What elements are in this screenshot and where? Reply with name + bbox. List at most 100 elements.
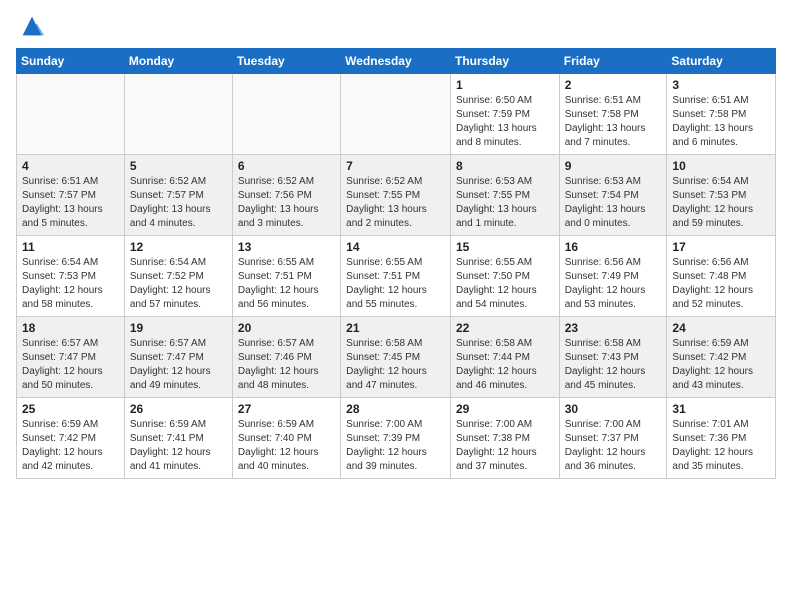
day-info: Sunrise: 6:58 AM Sunset: 7:44 PM Dayligh… — [456, 337, 554, 393]
day-number: 18 — [22, 321, 119, 335]
calendar-cell: 29Sunrise: 7:00 AM Sunset: 7:38 PM Dayli… — [450, 398, 559, 479]
week-row-2: 4 Sunrise: 6:51 AM Sunset: 7:57 PM Daylig… — [17, 155, 776, 236]
calendar-cell: 23Sunrise: 6:58 AM Sunset: 7:43 PM Dayli… — [559, 317, 667, 398]
calendar-cell: 17 Sunrise: 6:56 AM Sunset: 7:48 PM Dayli… — [667, 236, 776, 317]
day-number: 25 — [22, 402, 119, 416]
calendar-cell: 13 Sunrise: 6:55 AM Sunset: 7:51 PM Dayli… — [232, 236, 340, 317]
day-number: 29 — [456, 402, 554, 416]
day-number: 13 — [238, 240, 335, 254]
day-number: 15 — [456, 240, 554, 254]
day-info: Sunrise: 6:56 AM Sunset: 7:49 PM Dayligh… — [565, 256, 662, 312]
day-header-sunday: Sunday — [17, 49, 125, 74]
calendar-cell: 16 Sunrise: 6:56 AM Sunset: 7:49 PM Dayli… — [559, 236, 667, 317]
day-info: Sunrise: 7:00 AM Sunset: 7:37 PM Dayligh… — [565, 418, 662, 474]
calendar-cell — [341, 74, 451, 155]
calendar-table: SundayMondayTuesdayWednesdayThursdayFrid… — [16, 48, 776, 479]
calendar-cell: 19 Sunrise: 6:57 AM Sunset: 7:47 PM Dayli… — [124, 317, 232, 398]
calendar-cell — [124, 74, 232, 155]
page-header — [16, 16, 776, 40]
day-number: 30 — [565, 402, 662, 416]
day-info: Sunrise: 6:51 AM Sunset: 7:57 PM Dayligh… — [22, 175, 119, 231]
calendar-cell: 10 Sunrise: 6:54 AM Sunset: 7:53 PM Dayli… — [667, 155, 776, 236]
logo-icon — [18, 12, 46, 40]
calendar-cell: 12 Sunrise: 6:54 AM Sunset: 7:52 PM Dayli… — [124, 236, 232, 317]
day-info: Sunrise: 6:52 AM Sunset: 7:56 PM Dayligh… — [238, 175, 335, 231]
day-number: 20 — [238, 321, 335, 335]
day-number: 12 — [130, 240, 227, 254]
day-info: Sunrise: 7:01 AM Sunset: 7:36 PM Dayligh… — [672, 418, 770, 474]
day-info: Sunrise: 6:55 AM Sunset: 7:51 PM Dayligh… — [238, 256, 335, 312]
logo — [16, 16, 46, 40]
calendar-cell: 2Sunrise: 6:51 AM Sunset: 7:58 PM Daylig… — [559, 74, 667, 155]
day-info: Sunrise: 6:58 AM Sunset: 7:43 PM Dayligh… — [565, 337, 662, 393]
week-row-1: 1Sunrise: 6:50 AM Sunset: 7:59 PM Daylig… — [17, 74, 776, 155]
day-number: 11 — [22, 240, 119, 254]
calendar-cell: 14 Sunrise: 6:55 AM Sunset: 7:51 PM Dayli… — [341, 236, 451, 317]
day-number: 19 — [130, 321, 227, 335]
day-info: Sunrise: 6:59 AM Sunset: 7:40 PM Dayligh… — [238, 418, 335, 474]
day-info: Sunrise: 6:54 AM Sunset: 7:53 PM Dayligh… — [672, 175, 770, 231]
day-info: Sunrise: 6:56 AM Sunset: 7:48 PM Dayligh… — [672, 256, 770, 312]
day-info: Sunrise: 6:59 AM Sunset: 7:42 PM Dayligh… — [672, 337, 770, 393]
calendar-cell: 30 Sunrise: 7:00 AM Sunset: 7:37 PM Dayli… — [559, 398, 667, 479]
day-number: 22 — [456, 321, 554, 335]
day-header-saturday: Saturday — [667, 49, 776, 74]
days-header-row: SundayMondayTuesdayWednesdayThursdayFrid… — [17, 49, 776, 74]
day-info: Sunrise: 6:52 AM Sunset: 7:55 PM Dayligh… — [346, 175, 445, 231]
calendar-cell: 22 Sunrise: 6:58 AM Sunset: 7:44 PM Dayli… — [450, 317, 559, 398]
day-number: 9 — [565, 159, 662, 173]
calendar-cell: 3 Sunrise: 6:51 AM Sunset: 7:58 PM Daylig… — [667, 74, 776, 155]
day-info: Sunrise: 6:59 AM Sunset: 7:42 PM Dayligh… — [22, 418, 119, 474]
day-header-friday: Friday — [559, 49, 667, 74]
day-info: Sunrise: 6:54 AM Sunset: 7:52 PM Dayligh… — [130, 256, 227, 312]
day-number: 8 — [456, 159, 554, 173]
day-number: 3 — [672, 78, 770, 92]
day-info: Sunrise: 7:00 AM Sunset: 7:39 PM Dayligh… — [346, 418, 445, 474]
week-row-4: 18 Sunrise: 6:57 AM Sunset: 7:47 PM Dayli… — [17, 317, 776, 398]
calendar-cell — [17, 74, 125, 155]
calendar-cell: 9Sunrise: 6:53 AM Sunset: 7:54 PM Daylig… — [559, 155, 667, 236]
week-row-3: 11Sunrise: 6:54 AM Sunset: 7:53 PM Dayli… — [17, 236, 776, 317]
day-info: Sunrise: 6:57 AM Sunset: 7:46 PM Dayligh… — [238, 337, 335, 393]
day-number: 10 — [672, 159, 770, 173]
day-number: 16 — [565, 240, 662, 254]
calendar-cell: 21Sunrise: 6:58 AM Sunset: 7:45 PM Dayli… — [341, 317, 451, 398]
week-row-5: 25 Sunrise: 6:59 AM Sunset: 7:42 PM Dayli… — [17, 398, 776, 479]
calendar-cell: 25 Sunrise: 6:59 AM Sunset: 7:42 PM Dayli… — [17, 398, 125, 479]
day-number: 4 — [22, 159, 119, 173]
calendar-cell: 4 Sunrise: 6:51 AM Sunset: 7:57 PM Daylig… — [17, 155, 125, 236]
day-header-monday: Monday — [124, 49, 232, 74]
day-number: 7 — [346, 159, 445, 173]
calendar-cell: 11Sunrise: 6:54 AM Sunset: 7:53 PM Dayli… — [17, 236, 125, 317]
day-info: Sunrise: 6:57 AM Sunset: 7:47 PM Dayligh… — [130, 337, 227, 393]
day-number: 21 — [346, 321, 445, 335]
day-header-thursday: Thursday — [450, 49, 559, 74]
day-info: Sunrise: 6:51 AM Sunset: 7:58 PM Dayligh… — [672, 94, 770, 150]
calendar-cell: 27 Sunrise: 6:59 AM Sunset: 7:40 PM Dayli… — [232, 398, 340, 479]
calendar-cell: 5Sunrise: 6:52 AM Sunset: 7:57 PM Daylig… — [124, 155, 232, 236]
day-number: 26 — [130, 402, 227, 416]
calendar-cell: 18 Sunrise: 6:57 AM Sunset: 7:47 PM Dayli… — [17, 317, 125, 398]
day-number: 1 — [456, 78, 554, 92]
day-number: 2 — [565, 78, 662, 92]
day-number: 31 — [672, 402, 770, 416]
day-number: 14 — [346, 240, 445, 254]
calendar-cell: 28Sunrise: 7:00 AM Sunset: 7:39 PM Dayli… — [341, 398, 451, 479]
day-number: 24 — [672, 321, 770, 335]
day-info: Sunrise: 6:53 AM Sunset: 7:55 PM Dayligh… — [456, 175, 554, 231]
calendar-cell: 26 Sunrise: 6:59 AM Sunset: 7:41 PM Dayli… — [124, 398, 232, 479]
day-info: Sunrise: 6:52 AM Sunset: 7:57 PM Dayligh… — [130, 175, 227, 231]
calendar-cell: 6 Sunrise: 6:52 AM Sunset: 7:56 PM Daylig… — [232, 155, 340, 236]
calendar-cell: 31 Sunrise: 7:01 AM Sunset: 7:36 PM Dayli… — [667, 398, 776, 479]
calendar-cell: 15 Sunrise: 6:55 AM Sunset: 7:50 PM Dayli… — [450, 236, 559, 317]
day-number: 17 — [672, 240, 770, 254]
day-number: 27 — [238, 402, 335, 416]
day-info: Sunrise: 6:55 AM Sunset: 7:51 PM Dayligh… — [346, 256, 445, 312]
day-info: Sunrise: 6:55 AM Sunset: 7:50 PM Dayligh… — [456, 256, 554, 312]
day-number: 6 — [238, 159, 335, 173]
calendar-cell — [232, 74, 340, 155]
calendar-cell: 20 Sunrise: 6:57 AM Sunset: 7:46 PM Dayli… — [232, 317, 340, 398]
day-info: Sunrise: 6:57 AM Sunset: 7:47 PM Dayligh… — [22, 337, 119, 393]
day-info: Sunrise: 6:59 AM Sunset: 7:41 PM Dayligh… — [130, 418, 227, 474]
day-header-wednesday: Wednesday — [341, 49, 451, 74]
